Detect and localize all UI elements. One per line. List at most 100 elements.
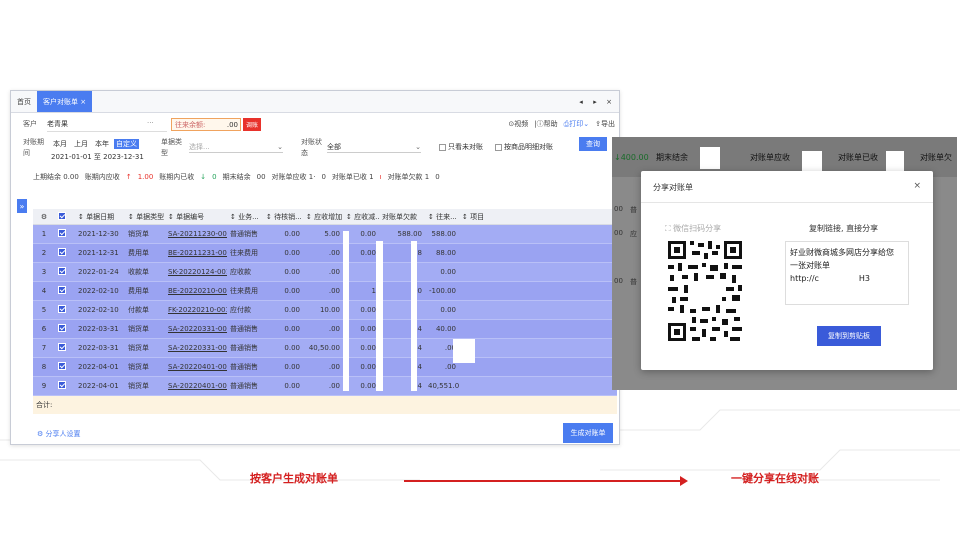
table-row[interactable]: 3 2022-01-24 收款单 SK-20220124-001 应收款 0.00 .00 0… (33, 263, 617, 282)
cell-date: 2022-02-10 (78, 287, 119, 295)
col-type[interactable]: ↕ 单据类型 (125, 212, 165, 222)
cell-biz: 普通销售 (230, 325, 258, 333)
cell-code[interactable]: SA-20220401-001 (165, 363, 227, 371)
share-settings-link[interactable]: ⚙ 分享人设置 (37, 429, 81, 439)
grid-total-row: 合计: (33, 396, 617, 414)
row-checkbox[interactable] (55, 248, 75, 258)
date-range[interactable]: 2021-01-01 至 2023-12-31 (51, 152, 144, 162)
cell-code[interactable]: SA-20220331-003 (165, 344, 227, 352)
cell-pending: 0.00 (284, 382, 300, 390)
cell-code[interactable]: BE-20211231-001 (165, 249, 227, 257)
customer-picker-icon[interactable]: ··· (147, 119, 154, 127)
col-increase[interactable]: ↕ 应收增加 (303, 212, 343, 222)
balance-amount: .00 (226, 120, 238, 129)
row-checkbox[interactable] (55, 286, 75, 296)
row-number: 3 (41, 268, 47, 276)
query-button[interactable]: 查询 (579, 137, 607, 151)
stmt-owing-icon: ı (379, 173, 382, 181)
grid-header: ⚙ ↕ 单据日期 ↕ 单据类型 ↕ 单据编号 ↕ 业务... ↕ 待核销... … (33, 209, 617, 225)
col-balance[interactable]: ↕ 往来... (425, 212, 459, 222)
row-checkbox[interactable] (55, 229, 75, 239)
table-row[interactable]: 7 2022-03-31 销货单 SA-20220331-003 普通销售 0.00 40,… (33, 339, 617, 358)
row-checkbox[interactable] (55, 324, 75, 334)
col-biz[interactable]: ↕ 业务... (227, 212, 263, 222)
adjust-button[interactable]: 调账 (243, 118, 262, 131)
settings-gear-icon[interactable]: ⚙ (33, 213, 55, 221)
col-owing[interactable]: 对账单欠款 (379, 212, 425, 222)
period-this-month[interactable]: 本月 (51, 139, 69, 149)
help-button[interactable]: |ⓘ帮助 (534, 119, 557, 129)
table-row[interactable]: 4 2022-02-10 费用单 BE-20220210-001 往来费用 0.00 .00… (33, 282, 617, 301)
generate-statement-button[interactable]: 生成对账单 (563, 423, 613, 443)
cell-code[interactable]: FK-20220210-001 (165, 306, 227, 314)
cell-code[interactable]: SA-20211230-001 (165, 230, 227, 238)
doc-type-select[interactable]: 选择... ⌄ (189, 141, 283, 153)
tab-bar: 首页 客户对账单 × ◂ ▸ × (11, 91, 619, 113)
row-checkbox[interactable] (55, 381, 75, 391)
period-custom[interactable]: 自定义 (114, 139, 139, 149)
customer-label: 客户 (23, 120, 37, 128)
col-project[interactable]: ↕ 项目 (459, 212, 499, 222)
col-pending[interactable]: ↕ 待核销... (263, 212, 303, 222)
filter-bar: 对账期间 本月 上月 本年 自定义 2021-01-01 至 2023-12-31 单… (11, 135, 619, 169)
share-link-textbox[interactable]: 好业财微商城多网店分享给您 一张对账单 http://c H3 (785, 241, 909, 305)
row-number: 5 (41, 306, 47, 314)
cell-increase: .00 (328, 287, 340, 295)
cell-type: 销货单 (128, 382, 149, 390)
close-icon[interactable]: × (603, 95, 615, 109)
col-decrease[interactable]: ↕ 应收减... (343, 212, 379, 222)
redaction-mask (343, 231, 349, 391)
only-unreconciled-checkbox[interactable]: 只看未对账 (439, 142, 483, 152)
arrow-right-icon (404, 476, 688, 486)
cell-owing: 4 (417, 382, 422, 390)
close-icon[interactable]: × (913, 181, 921, 191)
row-checkbox[interactable] (55, 305, 75, 315)
chevron-down-icon: ⌄ (415, 142, 421, 151)
cell-pending: 0.00 (284, 363, 300, 371)
tab-home[interactable]: 首页 (11, 91, 37, 112)
table-row[interactable]: 9 2022-04-01 销货单 SA-20220401-002 普通销售 0.00 .00… (33, 377, 617, 396)
copy-to-clipboard-button[interactable]: 复制到剪贴板 (817, 326, 881, 346)
cell-code[interactable]: SA-20220331-001 (165, 325, 227, 333)
cell-code[interactable]: SA-20220401-002 (165, 382, 227, 390)
table-row[interactable]: 8 2022-04-01 销货单 SA-20220401-001 普通销售 0.00 .00… (33, 358, 617, 377)
grid-body: 1 2021-12-30 销货单 SA-20211230-001 普通销售 0.00 5.0… (33, 225, 617, 396)
period-this-year[interactable]: 本年 (93, 139, 111, 149)
row-checkbox[interactable] (55, 362, 75, 372)
cell-pending: 0.00 (284, 268, 300, 276)
cell-increase: .00 (328, 249, 340, 257)
cell-owing: 4 (417, 325, 422, 333)
export-button[interactable]: ⇪导出 (595, 119, 615, 129)
cell-biz: 往来费用 (230, 249, 258, 257)
select-all-checkbox[interactable] (55, 211, 75, 222)
period-last-month[interactable]: 上月 (72, 139, 90, 149)
print-button[interactable]: ⎙打印⌄ (564, 119, 589, 129)
cell-owing: 588.00 (397, 230, 423, 238)
next-tab-icon[interactable]: ▸ (589, 95, 601, 109)
table-row[interactable]: 2 2021-12-31 费用单 BE-20211231-001 往来费用 0.00 .00… (33, 244, 617, 263)
cell-biz: 应收款 (230, 268, 251, 276)
status-select[interactable]: 全部 ⌄ (327, 141, 421, 153)
side-expand-toggle[interactable]: » (17, 199, 27, 213)
row-checkbox[interactable] (55, 267, 75, 277)
row-checkbox[interactable] (55, 343, 75, 353)
by-item-checkbox[interactable]: 按商品明细对账 (495, 142, 553, 152)
period-label: 对账期间 (23, 138, 44, 157)
prev-tab-icon[interactable]: ◂ (575, 95, 587, 109)
col-date[interactable]: ↕ 单据日期 (75, 212, 125, 222)
cell-pending: 0.00 (284, 230, 300, 238)
row-number: 6 (41, 325, 47, 333)
table-row[interactable]: 1 2021-12-30 销货单 SA-20211230-001 普通销售 0.00 5.0… (33, 225, 617, 244)
row-number: 1 (41, 230, 47, 238)
redaction-mask (376, 241, 383, 391)
cell-balance: .00 (444, 363, 456, 371)
video-button[interactable]: ⊙视频 (508, 119, 528, 129)
cell-code[interactable]: SK-20220124-001 (165, 268, 227, 276)
cell-biz: 普通销售 (230, 382, 258, 390)
col-code[interactable]: ↕ 单据编号 (165, 212, 227, 222)
table-row[interactable]: 5 2022-02-10 付款单 FK-20220210-001 应付款 0.00 10.0… (33, 301, 617, 320)
tab-customer-statement[interactable]: 客户对账单 × (37, 91, 93, 112)
table-row[interactable]: 6 2022-03-31 销货单 SA-20220331-001 普通销售 0.00 .00… (33, 320, 617, 339)
cell-code[interactable]: BE-20220210-001 (165, 287, 227, 295)
dimmed-closing: 期末结余 (656, 152, 688, 162)
